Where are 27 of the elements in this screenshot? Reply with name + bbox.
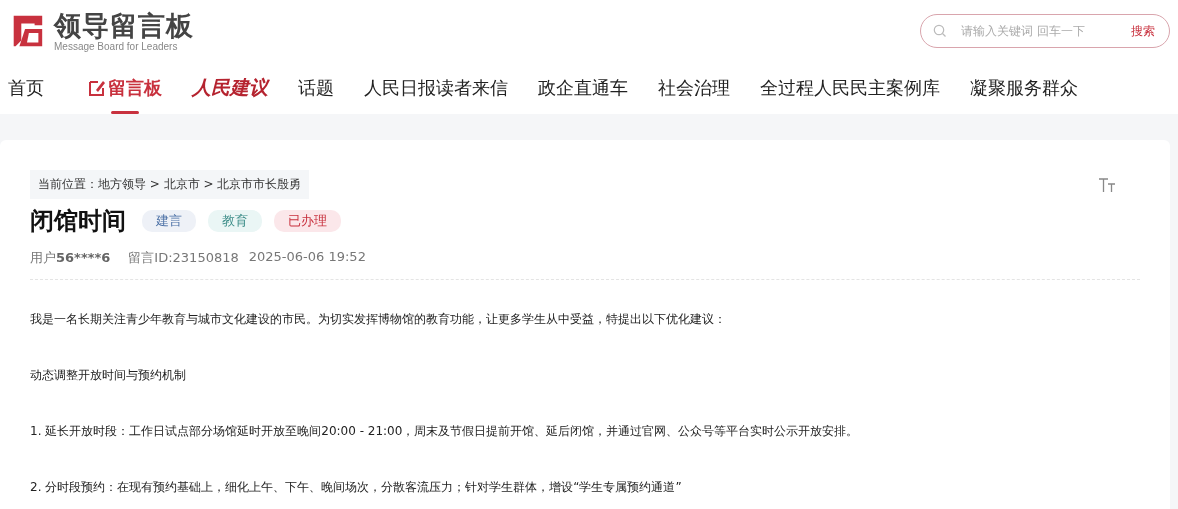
post-time: 2025-06-06 19:52 — [248, 249, 366, 266]
tag: 教育 — [208, 210, 262, 232]
nav-tab[interactable]: 人民日报读者来信 — [364, 62, 508, 114]
nav-tab[interactable]: 话题 — [298, 62, 334, 114]
message-title: 闭馆时间 — [30, 206, 126, 237]
search-icon — [933, 24, 947, 38]
nav-tab[interactable]: 全过程人民民主案例库 — [760, 62, 940, 114]
nav-tab[interactable]: 留言板 — [88, 62, 162, 114]
search-button[interactable]: 搜索 — [1131, 22, 1155, 40]
nav-tab[interactable]: 凝聚服务群众 — [970, 62, 1078, 114]
nav-tab[interactable]: 人民建议 — [192, 62, 268, 114]
paragraph: 1. 延长开放时段：工作日试点部分场馆延时开放至晚间20:00 - 21:00，周末及节假日提前开馆、延后闭馆，并通过官网、公众号等平台实时公示开放安排。 — [30, 423, 860, 440]
paragraph: 2. 分时段预约：在现有预约基础上，细化上午、下午、晚间场次，分散客流压力；针对学生群体，增设“学生专属预约通道” — [30, 479, 683, 496]
paragraph: 动态调整开放时间与预约机制 — [30, 367, 187, 384]
tag: 已办理 — [274, 210, 341, 232]
paragraph: 我是一名长期关注青少年教育与城市文化建设的市民。为切实发挥博物馆的教育功能，让更多学生从中受益，特提出以下优化建议： — [30, 311, 727, 328]
breadcrumb: 当前位置：地方领导 > 北京市 > 北京市市长殷勇 — [30, 170, 310, 199]
message-id: 留言ID:23150818 — [128, 249, 239, 267]
logo-subtitle: Message Board for Leaders — [54, 40, 179, 52]
nav-tab[interactable]: 社会治理 — [658, 62, 730, 114]
edit-icon — [88, 79, 106, 97]
nav-tab[interactable]: 政企直通车 — [538, 62, 628, 114]
font-size-icon[interactable] — [1098, 176, 1116, 193]
logo-title: 领导留言板 — [54, 10, 194, 41]
user-name: 用户56****6 — [30, 249, 111, 267]
nav-tab[interactable]: 首页 — [8, 62, 44, 114]
tag: 建言 — [142, 210, 196, 232]
